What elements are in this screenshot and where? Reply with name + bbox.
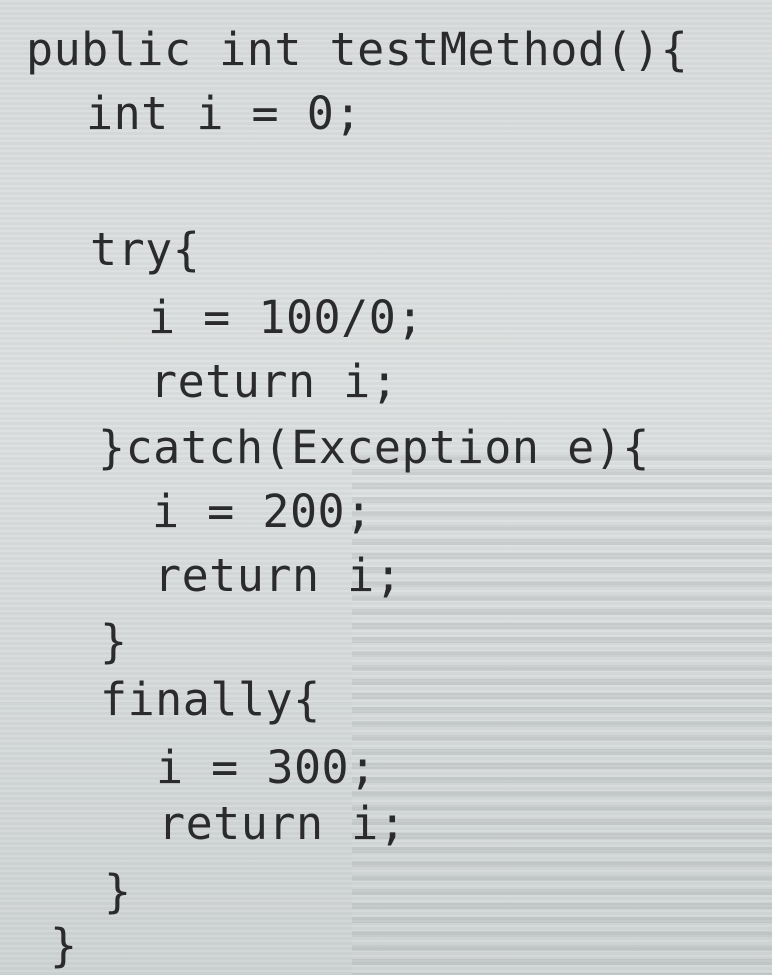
code-line-catch-open: }catch(Exception e){ [98, 421, 650, 474]
code-line-finally-close: } [104, 865, 132, 918]
code-line-catch-close: } [100, 615, 128, 668]
code-line-method-signature: public int testMethod(){ [26, 23, 689, 76]
code-line-return-finally: return i; [158, 797, 407, 850]
code-line-try-open: try{ [90, 223, 201, 276]
code-line-assign-300: i = 300; [156, 741, 377, 794]
code-line-division: i = 100/0; [148, 291, 424, 344]
code-snippet: public int testMethod(){ int i = 0; try{… [0, 0, 772, 975]
code-line-int-declaration: int i = 0; [86, 87, 362, 140]
code-line-return-catch: return i; [154, 549, 403, 602]
code-line-assign-200: i = 200; [152, 485, 373, 538]
code-line-return-try: return i; [150, 355, 399, 408]
code-line-method-close: } [50, 919, 78, 972]
code-line-finally-open: finally{ [100, 673, 321, 726]
